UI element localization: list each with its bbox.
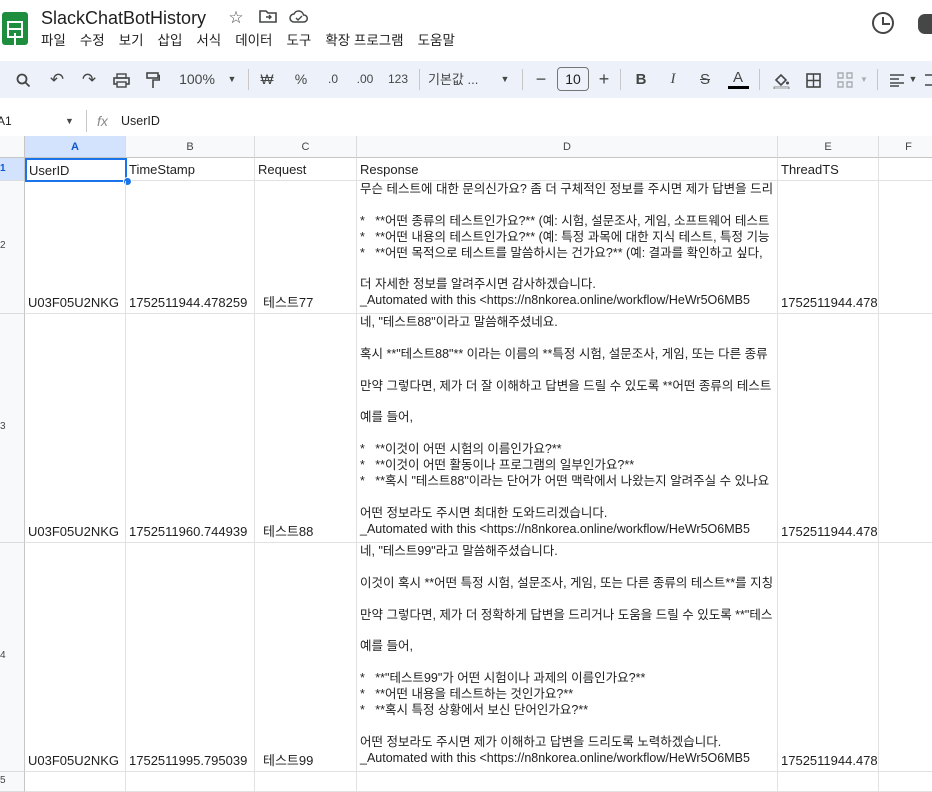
cell-c4[interactable]: 테스트99 xyxy=(255,543,357,772)
column-header-b[interactable]: B xyxy=(126,136,255,158)
vertical-align-icon[interactable] xyxy=(924,61,932,98)
cell-e1[interactable]: ThreadTS xyxy=(778,158,879,181)
toolbar-divider xyxy=(248,69,249,90)
cell-b3[interactable]: 1752511960.744939 xyxy=(126,314,255,543)
formula-input[interactable]: UserID xyxy=(121,111,160,131)
menu-help[interactable]: 도움말 xyxy=(418,31,455,51)
decrease-decimal-button[interactable]: .0 xyxy=(322,61,344,98)
search-menus-icon[interactable] xyxy=(12,61,34,98)
cell-d3[interactable]: 네, "테스트88"이라고 말씀해주셨네요. 혹시 **"테스트88"** 이라… xyxy=(357,314,778,543)
cell-d2[interactable]: 무슨 테스트에 대한 문의신가요? 좀 더 구체적인 정보를 주시면 제가 답변… xyxy=(357,181,778,314)
toolbar-divider xyxy=(522,69,523,90)
currency-format-button[interactable]: ₩ xyxy=(256,61,278,98)
cell-f1[interactable] xyxy=(879,158,932,181)
fill-color-icon[interactable] xyxy=(770,61,792,98)
print-icon[interactable] xyxy=(110,61,132,98)
menu-extensions[interactable]: 확장 프로그램 xyxy=(325,31,403,51)
menu-data[interactable]: 데이터 xyxy=(235,31,272,51)
redo-icon[interactable]: ↷ xyxy=(78,61,100,98)
cell-a4[interactable]: U03F05U2NKG xyxy=(25,543,126,772)
cell-d1[interactable]: Response xyxy=(357,158,778,181)
share-icon[interactable] xyxy=(918,14,932,34)
column-header-e[interactable]: E xyxy=(778,136,879,158)
cell-d5[interactable] xyxy=(357,772,778,792)
cell-f2[interactable] xyxy=(879,181,932,314)
cell-c1[interactable]: Request xyxy=(255,158,357,181)
cell-e3[interactable]: 1752511944.478259 xyxy=(778,314,879,543)
menu-view[interactable]: 보기 xyxy=(119,31,144,51)
row-header-5[interactable]: 5 xyxy=(0,772,25,792)
bold-button[interactable]: B xyxy=(630,61,652,98)
column-header-d[interactable]: D xyxy=(357,136,778,158)
font-family-select[interactable]: 기본값 ... xyxy=(428,61,498,98)
cell-e5[interactable] xyxy=(778,772,879,792)
version-history-icon[interactable] xyxy=(872,12,894,34)
cell-e4[interactable]: 1752511944.478259 xyxy=(778,543,879,772)
cell-a3[interactable]: U03F05U2NKG xyxy=(25,314,126,543)
document-title[interactable]: SlackChatBotHistory xyxy=(41,6,206,30)
column-header-a[interactable]: A xyxy=(25,136,126,158)
row-header-1[interactable]: 1 xyxy=(0,158,25,181)
number-format-button[interactable]: 123 xyxy=(384,61,412,98)
cell-e2[interactable]: 1752511944.478259 xyxy=(778,181,879,314)
cell-d4[interactable]: 네, "테스트99"라고 말씀해주셨습니다. 이것이 혹시 **어떤 특정 시험… xyxy=(357,543,778,772)
column-header-c[interactable]: C xyxy=(255,136,357,158)
formula-divider xyxy=(86,110,87,132)
strikethrough-button[interactable]: S xyxy=(694,61,716,98)
percent-format-button[interactable]: % xyxy=(290,61,312,98)
cell-a5[interactable] xyxy=(25,772,126,792)
cell-c3[interactable]: 테스트88 xyxy=(255,314,357,543)
menu-edit[interactable]: 수정 xyxy=(80,31,105,51)
cloud-saved-icon[interactable] xyxy=(289,8,309,28)
cell-b4[interactable]: 1752511995.795039 xyxy=(126,543,255,772)
cell-b5[interactable] xyxy=(126,772,255,792)
star-icon[interactable]: ☆ xyxy=(226,8,246,28)
decrease-font-size-icon[interactable]: − xyxy=(532,61,550,98)
menu-format[interactable]: 서식 xyxy=(196,31,221,51)
row-header-3[interactable]: 3 xyxy=(0,314,25,543)
zoom-dropdown-icon[interactable]: ▼ xyxy=(225,61,239,98)
toolbar-divider xyxy=(877,69,878,90)
undo-icon[interactable]: ↶ xyxy=(46,61,68,98)
cell-f5[interactable] xyxy=(879,772,932,792)
column-header-f[interactable]: F xyxy=(879,136,932,158)
toolbar-divider xyxy=(759,69,760,90)
font-dropdown-icon[interactable]: ▼ xyxy=(498,61,512,98)
row-header-2[interactable]: 2 xyxy=(0,181,25,314)
cell-a1[interactable]: UserID xyxy=(25,158,127,182)
cell-b2[interactable]: 1752511944.478259 xyxy=(126,181,255,314)
cell-f3[interactable] xyxy=(879,314,932,543)
menu-bar: 파일 수정 보기 삽입 서식 데이터 도구 확장 프로그램 도움말 xyxy=(41,31,469,51)
sheets-logo-icon[interactable] xyxy=(2,12,28,50)
zoom-select[interactable]: 100% xyxy=(172,61,222,98)
text-color-button[interactable]: A xyxy=(727,61,749,98)
toolbar-divider xyxy=(419,69,420,90)
cell-c5[interactable] xyxy=(255,772,357,792)
name-box-dropdown-icon[interactable]: ▼ xyxy=(65,111,74,131)
paint-format-icon[interactable] xyxy=(142,61,164,98)
fx-icon: fx xyxy=(97,113,108,129)
menu-file[interactable]: 파일 xyxy=(41,31,66,51)
menu-insert[interactable]: 삽입 xyxy=(158,31,183,51)
horizontal-align-icon[interactable] xyxy=(886,61,908,98)
toolbar-divider xyxy=(620,69,621,90)
merge-dropdown-icon[interactable]: ▼ xyxy=(858,61,870,98)
align-dropdown-icon[interactable]: ▼ xyxy=(906,61,920,98)
select-all-corner[interactable] xyxy=(0,136,25,158)
merge-cells-icon[interactable] xyxy=(834,61,856,98)
text-color-swatch xyxy=(728,86,749,89)
cell-a2[interactable]: U03F05U2NKG xyxy=(25,181,126,314)
increase-font-size-icon[interactable]: + xyxy=(595,61,613,98)
move-folder-icon[interactable] xyxy=(258,8,278,28)
italic-button[interactable]: I xyxy=(662,61,684,98)
menu-tools[interactable]: 도구 xyxy=(286,31,311,51)
borders-icon[interactable] xyxy=(802,61,824,98)
cell-f4[interactable] xyxy=(879,543,932,772)
cell-b1[interactable]: TimeStamp xyxy=(126,158,255,181)
font-size-input[interactable]: 10 xyxy=(557,67,589,91)
cell-c2[interactable]: 테스트77 xyxy=(255,181,357,314)
row-header-4[interactable]: 4 xyxy=(0,543,25,772)
increase-decimal-button[interactable]: .00 xyxy=(352,61,378,98)
